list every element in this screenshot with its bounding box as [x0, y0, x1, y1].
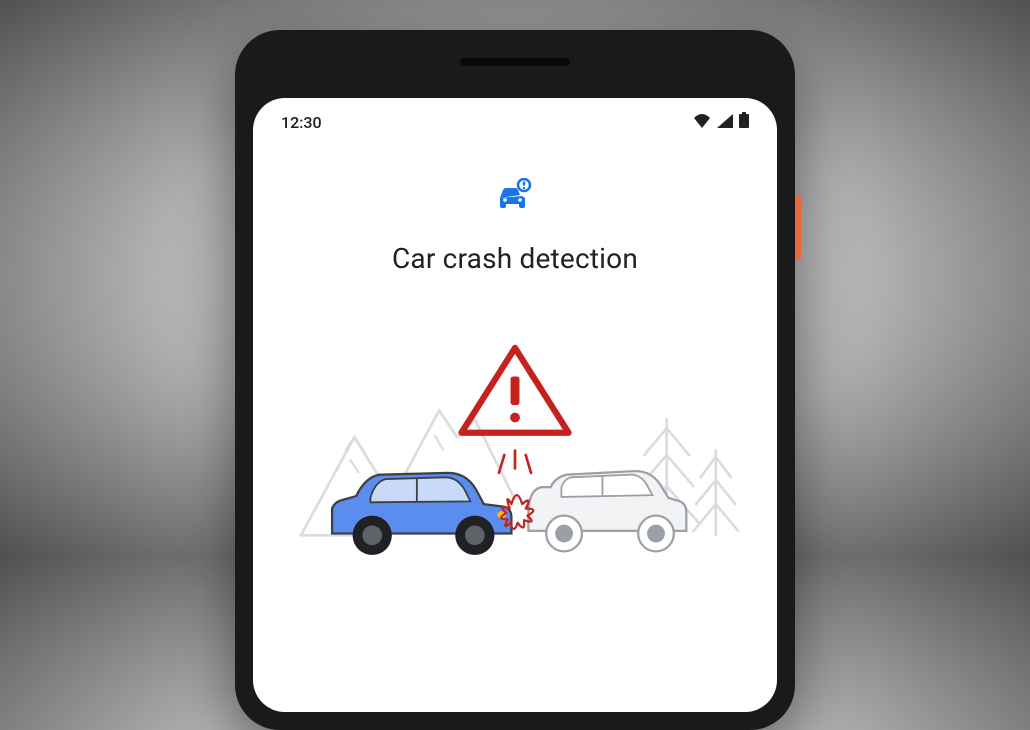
page-title: Car crash detection — [392, 242, 638, 275]
blue-car — [332, 473, 511, 555]
power-button[interactable] — [795, 195, 801, 260]
status-time: 12:30 — [281, 113, 322, 132]
phone-screen: 12:30 — [253, 98, 777, 712]
phone-frame: 12:30 — [235, 30, 795, 730]
content-area: Car crash detection — [253, 138, 777, 595]
battery-icon — [739, 112, 749, 132]
gray-car — [528, 471, 686, 551]
car-alert-icon — [495, 178, 535, 218]
status-icons — [693, 112, 749, 132]
phone-speaker — [460, 58, 570, 66]
status-bar: 12:30 — [253, 98, 777, 138]
crash-illustration — [283, 315, 747, 595]
wifi-icon — [693, 113, 711, 132]
signal-icon — [717, 113, 733, 132]
warning-triangle-icon — [461, 348, 568, 433]
